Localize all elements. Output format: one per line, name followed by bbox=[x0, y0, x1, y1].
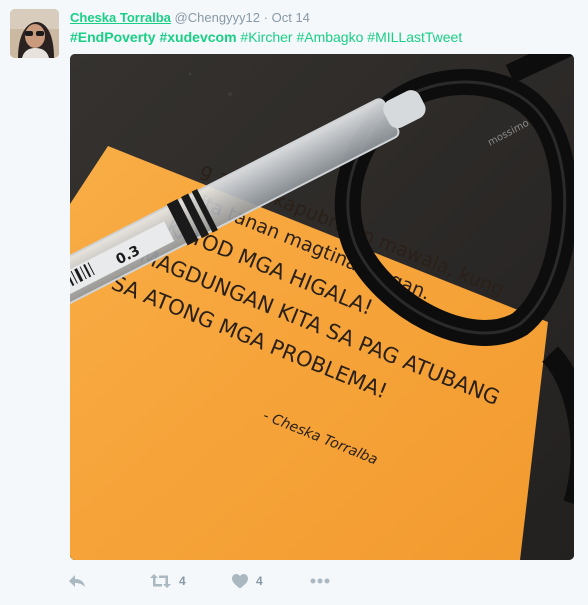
retweet-button[interactable]: 4 bbox=[150, 566, 186, 596]
separator-dot: · bbox=[263, 10, 268, 25]
tweet: Cheska Torralba @Chengyyy12 · Oct 14 #En… bbox=[0, 0, 588, 605]
like-count: 4 bbox=[256, 574, 263, 588]
more-button[interactable] bbox=[310, 566, 330, 596]
tweet-actions: 4 4 bbox=[0, 566, 588, 596]
hashtag-link[interactable]: #xudevcom bbox=[159, 29, 236, 45]
tweet-text: #EndPoverty #xudevcom #Kircher #Ambagko … bbox=[70, 28, 462, 46]
reply-button[interactable] bbox=[68, 566, 86, 596]
reply-icon bbox=[69, 575, 85, 587]
more-icon bbox=[310, 578, 330, 584]
hashtag-link[interactable]: #EndPoverty bbox=[70, 29, 156, 45]
retweet-icon bbox=[150, 574, 171, 588]
hashtag-link[interactable]: #Kircher bbox=[240, 29, 292, 45]
avatar-image bbox=[10, 9, 59, 58]
author-username[interactable]: @Chengyyy12 bbox=[175, 10, 260, 25]
like-button[interactable]: 4 bbox=[232, 566, 263, 596]
avatar[interactable] bbox=[10, 9, 59, 58]
hashtag-link[interactable]: #Ambagko bbox=[296, 29, 363, 45]
tweet-header: Cheska Torralba @Chengyyy12 · Oct 14 bbox=[70, 10, 310, 26]
author-fullname[interactable]: Cheska Torralba bbox=[70, 10, 171, 25]
retweet-count: 4 bbox=[179, 574, 186, 588]
tweet-timestamp[interactable]: Oct 14 bbox=[272, 10, 310, 25]
hashtag-link[interactable]: #MILLastTweet bbox=[367, 29, 462, 45]
heart-icon bbox=[232, 573, 248, 588]
tweet-photo[interactable]: g atong kapubrihon mawala, kung kita tan… bbox=[70, 54, 574, 560]
photo-image: g atong kapubrihon mawala, kung kita tan… bbox=[70, 54, 574, 560]
